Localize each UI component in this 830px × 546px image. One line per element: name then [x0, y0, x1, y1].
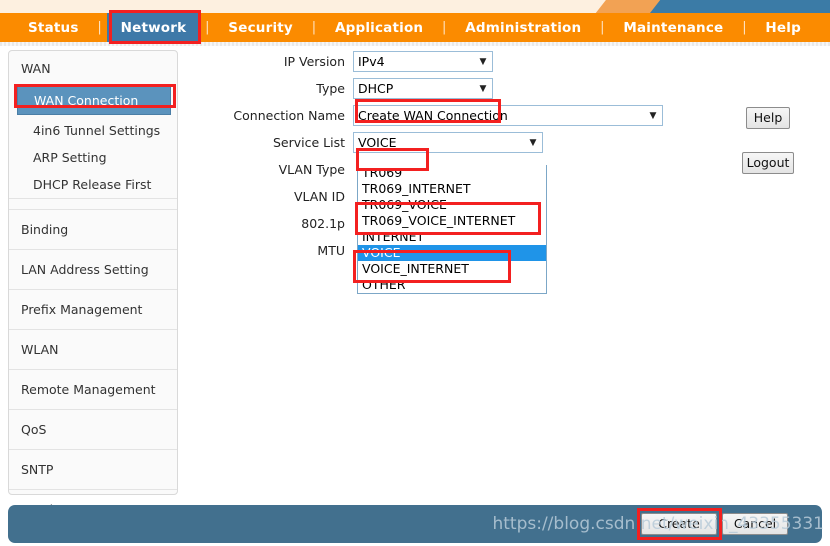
label-service-list: Service List — [272, 135, 345, 150]
top-decorative-band — [0, 0, 830, 14]
sidebar-subitem-wan-connection[interactable]: WAN Connection — [17, 86, 171, 115]
connection-name-value: Create WAN Connection — [358, 108, 508, 123]
nav-separator: | — [742, 20, 747, 35]
label-mtu: MTU — [317, 243, 345, 258]
connection-name-select[interactable]: Create WAN Connection ▼ — [353, 105, 663, 126]
type-control: DHCP ▼ — [353, 78, 493, 99]
type-value: DHCP — [358, 81, 394, 96]
form-row-type: Type DHCP ▼ — [190, 77, 710, 100]
chevron-down-icon: ▼ — [649, 110, 657, 121]
nav-item-maintenance[interactable]: Maintenance — [609, 13, 737, 42]
connection-name-control: Create WAN Connection ▼ — [353, 105, 663, 126]
nav-item-security[interactable]: Security — [214, 13, 307, 42]
form-row-service-list: Service List VOICE ▼ — [190, 131, 710, 154]
cancel-button[interactable]: Cancel — [722, 513, 788, 535]
ip-version-value: IPv4 — [358, 54, 385, 69]
nav-separator: | — [600, 20, 605, 35]
sidebar-item-prefix-management[interactable]: Prefix Management — [9, 289, 177, 329]
sidebar-items: Binding LAN Address Setting Prefix Managem… — [9, 209, 177, 529]
label-type: Type — [316, 81, 345, 96]
sidebar-subitem-dhcp-release-first[interactable]: DHCP Release First — [9, 171, 177, 198]
navigation-bottom-strip — [0, 42, 830, 46]
dropdown-option-voice_internet[interactable]: VOICE_INTERNET — [358, 261, 546, 277]
form-row-connection-name: Connection Name Create WAN Connection ▼ — [190, 104, 710, 127]
dropdown-option-voice[interactable]: VOICE — [358, 245, 546, 261]
sidebar-sub-items: WAN Connection 4in6 Tunnel Settings ARP Se… — [9, 86, 177, 198]
sidebar-item-qos[interactable]: QoS — [9, 409, 177, 449]
dropdown-option-internet[interactable]: INTERNET — [358, 229, 546, 245]
logout-button[interactable]: Logout — [742, 152, 794, 174]
nav-item-administration[interactable]: Administration — [451, 13, 595, 42]
service-list-dropdown-options[interactable]: TR069 TR069_INTERNET TR069_VOICE TR069_VOIC… — [357, 165, 547, 294]
sidebar-item-wlan[interactable]: WLAN — [9, 329, 177, 369]
sidebar-item-sntp[interactable]: SNTP — [9, 449, 177, 489]
label-vlan-type: VLAN Type — [278, 162, 345, 177]
dropdown-option-tr069[interactable]: TR069 — [358, 165, 546, 181]
main-navigation-bar: Status | Network | Security | Application | Admi… — [0, 13, 830, 42]
sidebar-item-lan-address-setting[interactable]: LAN Address Setting — [9, 249, 177, 289]
sidebar: WAN WAN Connection 4in6 Tunnel Settings AR… — [8, 50, 178, 517]
dropdown-option-other[interactable]: OTHER — [358, 277, 546, 293]
nav-item-application[interactable]: Application — [321, 13, 437, 42]
sidebar-item-remote-management[interactable]: Remote Management — [9, 369, 177, 409]
sidebar-group-title-wan: WAN — [21, 61, 51, 76]
chevron-down-icon: ▼ — [479, 83, 487, 94]
dropdown-option-tr069_voice_internet[interactable]: TR069_VOICE_INTERNET — [358, 213, 546, 229]
ip-version-select[interactable]: IPv4 ▼ — [353, 51, 493, 72]
nav-separator: | — [442, 20, 447, 35]
nav-item-status[interactable]: Status — [14, 13, 93, 42]
label-connection-name: Connection Name — [233, 108, 345, 123]
label-ip-version: IP Version — [283, 54, 345, 69]
service-list-control: VOICE ▼ — [353, 132, 543, 153]
service-list-value: VOICE — [358, 135, 397, 150]
help-button[interactable]: Help — [746, 107, 790, 129]
chevron-down-icon: ▼ — [479, 56, 487, 67]
sidebar-subitem-4in6-tunnel-settings[interactable]: 4in6 Tunnel Settings — [9, 117, 177, 144]
label-vlan-id: VLAN ID — [294, 189, 345, 204]
nav-item-help[interactable]: Help — [751, 13, 815, 42]
blue-accent-shape — [650, 0, 830, 13]
nav-item-network[interactable]: Network — [106, 13, 201, 42]
form-row-ip-version: IP Version IPv4 ▼ — [190, 50, 710, 73]
nav-separator: | — [205, 20, 210, 35]
dropdown-option-tr069_internet[interactable]: TR069_INTERNET — [358, 181, 546, 197]
sidebar-divider — [9, 198, 177, 209]
dropdown-option-tr069_voice[interactable]: TR069_VOICE — [358, 197, 546, 213]
navigation-list: Status | Network | Security | Application | Admi… — [0, 13, 830, 42]
label-802-1p: 802.1p — [301, 216, 345, 231]
chevron-down-icon: ▼ — [529, 137, 537, 148]
nav-separator: | — [311, 20, 317, 35]
sidebar-subitem-arp-setting[interactable]: ARP Setting — [9, 144, 177, 171]
sidebar-item-binding[interactable]: Binding — [9, 209, 177, 249]
service-list-select[interactable]: VOICE ▼ — [353, 132, 543, 153]
ip-version-control: IPv4 ▼ — [353, 51, 493, 72]
type-select[interactable]: DHCP ▼ — [353, 78, 493, 99]
create-button[interactable]: Create — [641, 513, 717, 535]
nav-separator: | — [97, 20, 102, 35]
